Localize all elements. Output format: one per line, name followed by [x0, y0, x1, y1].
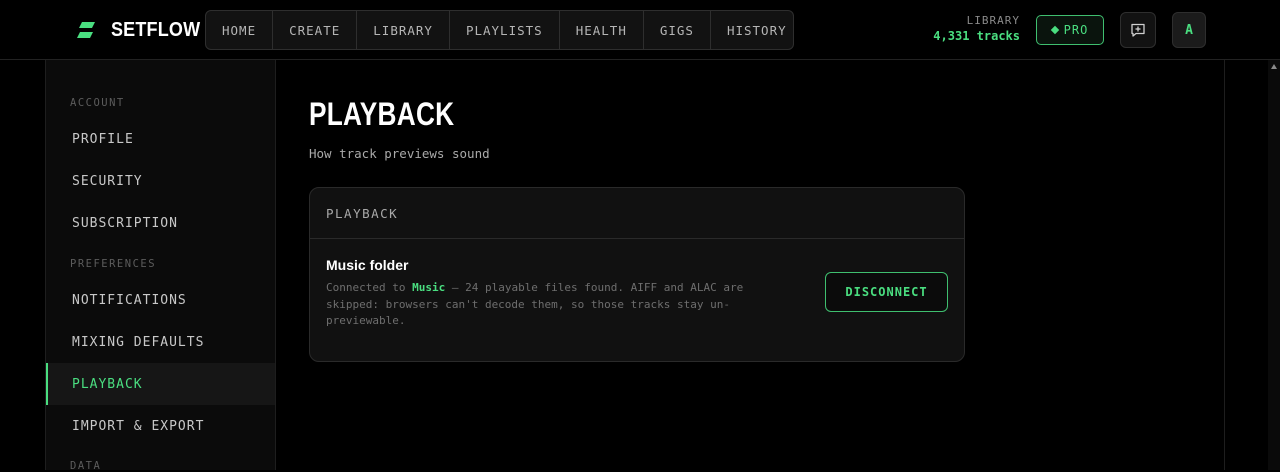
page-subtitle: How track previews sound	[309, 146, 490, 161]
top-bar: SETFLOW HOME CREATE LIBRARY PLAYLISTS HE…	[0, 0, 1280, 60]
nav-create[interactable]: CREATE	[273, 11, 358, 49]
pro-badge[interactable]: PRO	[1036, 15, 1104, 45]
main-nav: HOME CREATE LIBRARY PLAYLISTS HEALTH GIG…	[205, 10, 794, 50]
setting-description: Connected to Music — 24 playable files f…	[326, 280, 766, 330]
nav-library[interactable]: LIBRARY	[357, 11, 450, 49]
diamond-icon	[1050, 25, 1059, 35]
library-label: LIBRARY	[966, 14, 1020, 27]
playback-card: PLAYBACK Music folder Connected to Music…	[309, 187, 965, 362]
sidebar-section-account: ACCOUNT	[70, 97, 125, 109]
message-plus-icon	[1131, 23, 1145, 37]
setting-title: Music folder	[326, 257, 409, 273]
feedback-button[interactable]	[1120, 12, 1156, 48]
brand-name: SETFLOW	[111, 18, 201, 41]
logo-icon	[77, 22, 95, 38]
sidebar-item-notifications[interactable]: NOTIFICATIONS	[46, 279, 275, 321]
scroll-up-icon[interactable]	[1271, 64, 1277, 69]
pro-label: PRO	[1063, 23, 1089, 37]
nav-playlists[interactable]: PLAYLISTS	[450, 11, 560, 49]
scrollbar[interactable]	[1268, 60, 1280, 470]
page-title: PLAYBACK	[309, 96, 455, 132]
library-track-count: 4,331 tracks	[933, 29, 1020, 43]
sidebar-item-playback[interactable]: PLAYBACK	[46, 363, 275, 405]
card-header: PLAYBACK	[310, 188, 964, 239]
brand[interactable]: SETFLOW	[76, 18, 210, 42]
library-stats: LIBRARY 4,331 tracks	[933, 14, 1020, 44]
sidebar-section-preferences: PREFERENCES	[70, 258, 157, 270]
folder-name: Music	[412, 281, 446, 294]
sidebar-item-profile[interactable]: PROFILE	[46, 118, 275, 160]
desc-prefix: Connected to	[326, 281, 413, 294]
sidebar-item-mixing-defaults[interactable]: MIXING DEFAULTS	[46, 321, 275, 363]
nav-gigs[interactable]: GIGS	[644, 11, 711, 49]
nav-history[interactable]: HISTORY	[711, 11, 793, 49]
sidebar-section-data: DATA	[70, 460, 102, 472]
nav-home[interactable]: HOME	[206, 11, 274, 49]
settings-sidebar: ACCOUNT PROFILE SECURITY SUBSCRIPTION PR…	[46, 60, 276, 472]
disconnect-button[interactable]: DISCONNECT	[825, 272, 948, 312]
sidebar-item-security[interactable]: SECURITY	[46, 160, 275, 202]
settings-shell: ACCOUNT PROFILE SECURITY SUBSCRIPTION PR…	[45, 60, 1225, 472]
sidebar-item-subscription[interactable]: SUBSCRIPTION	[46, 202, 275, 244]
sidebar-item-import-export[interactable]: IMPORT & EXPORT	[46, 405, 275, 447]
nav-health[interactable]: HEALTH	[560, 11, 644, 49]
avatar[interactable]: A	[1172, 12, 1206, 48]
